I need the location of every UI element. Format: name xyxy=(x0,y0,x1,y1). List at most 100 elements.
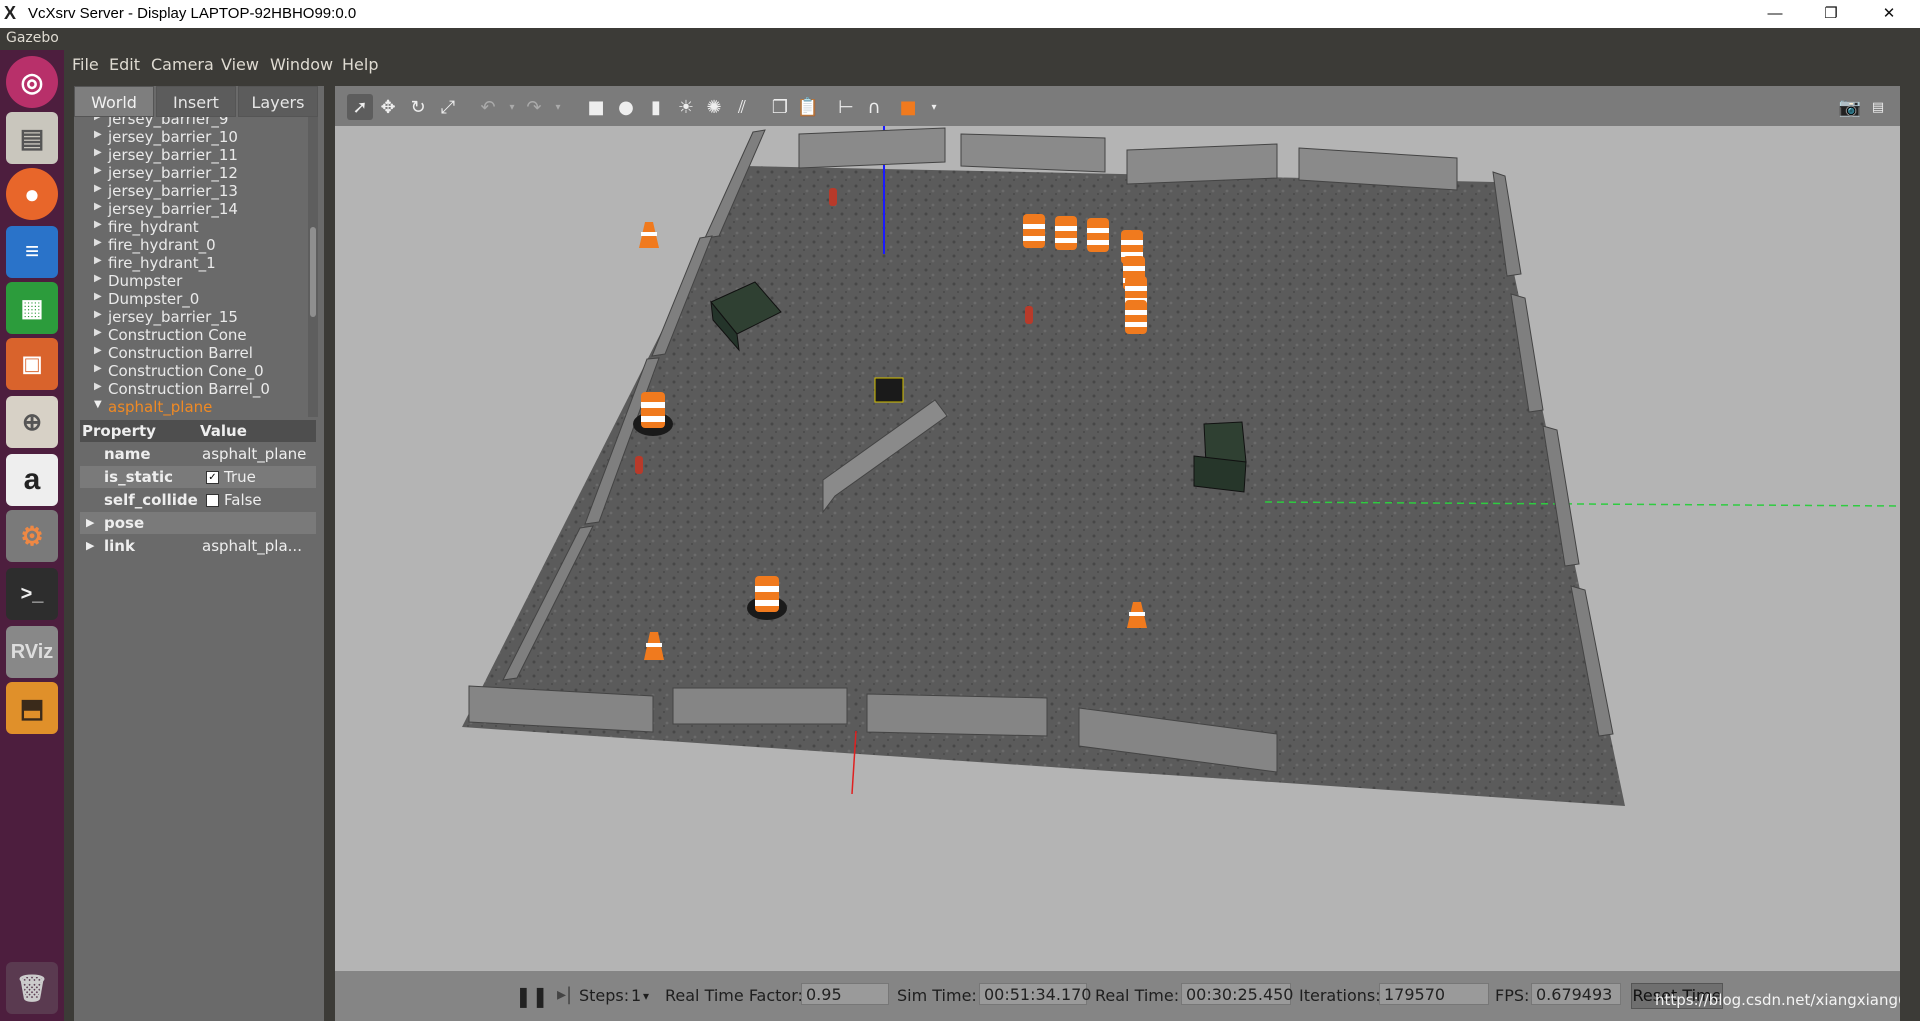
tree-item[interactable]: ▶ Dumpster xyxy=(94,272,182,290)
rviz-icon[interactable]: RViz xyxy=(6,626,58,678)
pause-icon[interactable]: ❚❚ xyxy=(515,984,549,1008)
rotate-mode-icon[interactable]: ↻ xyxy=(405,94,431,120)
tree-item[interactable]: ▶ fire_hydrant xyxy=(94,218,199,236)
fps-label: FPS: xyxy=(1495,986,1530,1005)
tab-insert[interactable]: Insert xyxy=(156,86,236,117)
tree-item[interactable]: ▶ Construction Barrel xyxy=(94,344,253,362)
expand-arrow-icon[interactable]: ▶ xyxy=(86,539,94,552)
scale-mode-icon[interactable]: ⤢ xyxy=(435,94,461,120)
steps-dropdown-icon[interactable]: ▾ xyxy=(643,989,649,1003)
is-static-checkbox[interactable]: ✓ xyxy=(206,471,219,484)
real-time-field: 00:30:25.450 xyxy=(1181,983,1293,1005)
tree-item[interactable]: ▶ Construction Cone_0 xyxy=(94,362,264,380)
self-collide-checkbox[interactable] xyxy=(206,494,219,507)
tree-item[interactable]: ▶ fire_hydrant_0 xyxy=(94,236,216,254)
tree-item[interactable]: ▶ Dumpster_0 xyxy=(94,290,199,308)
spot-light-icon[interactable]: ✺ xyxy=(701,94,727,120)
redo-icon[interactable]: ↷ xyxy=(521,94,547,120)
ubuntu-icon[interactable]: ◎ xyxy=(6,56,58,108)
calc-icon[interactable]: ▦ xyxy=(6,282,58,334)
change-view-icon[interactable]: ■ xyxy=(895,94,921,120)
tree-item[interactable]: ▶ jersey_barrier_13 xyxy=(94,182,238,200)
property-header: Property Value xyxy=(80,420,316,442)
menu-view[interactable]: View xyxy=(221,55,259,74)
robot[interactable] xyxy=(874,377,904,403)
rtf-field: 0.95 xyxy=(801,983,889,1005)
change-view-dropdown-icon[interactable]: ▾ xyxy=(921,94,947,120)
screenshot-icon[interactable]: 📷 xyxy=(1837,94,1863,120)
cylinder-shape-icon[interactable]: ▮ xyxy=(643,94,669,120)
menu-window[interactable]: Window xyxy=(270,55,333,74)
amazon-icon[interactable]: a xyxy=(6,454,58,506)
rtf-label: Real Time Factor: xyxy=(665,986,803,1005)
steps-value[interactable]: 1 xyxy=(631,986,641,1005)
window-title-bar: X VcXsrv Server - Display LAPTOP-92HBHO9… xyxy=(0,0,1920,28)
directional-light-icon[interactable]: ⫽ xyxy=(729,94,755,120)
iterations-label: Iterations: xyxy=(1299,986,1381,1005)
property-row-is-static: is_static ✓ True xyxy=(80,466,316,488)
files-icon[interactable]: ▤ xyxy=(6,112,58,164)
menu-file[interactable]: File xyxy=(72,55,99,74)
software-center-icon[interactable]: ⊕ xyxy=(6,396,58,448)
snap-icon[interactable]: ∩ xyxy=(861,94,887,120)
sim-time-label: Sim Time: xyxy=(897,986,977,1005)
iterations-field: 179570 xyxy=(1379,983,1489,1005)
log-icon[interactable]: ▤ xyxy=(1865,94,1891,120)
tree-item[interactable]: ▶ jersey_barrier_10 xyxy=(94,128,238,146)
tree-item[interactable]: ▶ jersey_barrier_12 xyxy=(94,164,238,182)
sphere-shape-icon[interactable]: ● xyxy=(613,94,639,120)
real-time-label: Real Time: xyxy=(1095,986,1180,1005)
copy-icon[interactable]: ❐ xyxy=(767,94,793,120)
window-title: VcXsrv Server - Display LAPTOP-92HBHO99:… xyxy=(28,5,357,22)
step-icon[interactable]: ▸| xyxy=(557,984,572,1005)
launcher: ◎ ▤ ● ≡ ▦ ▣ ⊕ a ⚙ >_ RViz ⬒ 🗑 xyxy=(0,50,64,1021)
system-settings-icon[interactable]: ⚙ xyxy=(6,510,58,562)
redo-dropdown-icon[interactable]: ▾ xyxy=(545,94,571,120)
writer-icon[interactable]: ≡ xyxy=(6,226,58,278)
gazebo-icon[interactable]: ⬒ xyxy=(6,682,58,734)
property-row-link[interactable]: ▶ link asphalt_pla... xyxy=(80,535,316,557)
scene-viewport[interactable] xyxy=(335,126,1900,971)
property-row-name: name asphalt_plane xyxy=(104,445,307,463)
point-light-icon[interactable]: ☀ xyxy=(673,94,699,120)
expand-arrow-icon[interactable]: ▶ xyxy=(86,516,94,529)
box-shape-icon[interactable]: ■ xyxy=(583,94,609,120)
paste-icon[interactable]: 📋 xyxy=(795,94,821,120)
minimize-button[interactable]: — xyxy=(1752,0,1798,28)
restore-button[interactable]: ❐ xyxy=(1808,0,1854,28)
app-name: Gazebo xyxy=(6,30,59,46)
tree-scroll-thumb[interactable] xyxy=(310,227,316,317)
translate-mode-icon[interactable]: ✥ xyxy=(375,94,401,120)
property-row-pose[interactable]: ▶ pose xyxy=(80,512,316,534)
property-row-self-collide: self_collide False xyxy=(104,491,262,509)
tree-scrollbar[interactable] xyxy=(308,117,318,417)
tree-item[interactable]: ▶ Construction Cone xyxy=(94,326,247,344)
terminal-icon[interactable]: >_ xyxy=(6,568,58,620)
tree-item[interactable]: ▶ Construction Barrel_0 xyxy=(94,380,270,398)
trash-icon[interactable]: 🗑 xyxy=(6,962,58,1014)
fps-field: 0.679493 xyxy=(1531,983,1621,1005)
tree-item[interactable]: ▶ jersey_barrier_15 xyxy=(94,308,238,326)
tree-item[interactable]: ▶ jersey_barrier_11 xyxy=(94,146,238,164)
tree-item[interactable]: ▶ fire_hydrant_1 xyxy=(94,254,216,272)
menu-edit[interactable]: Edit xyxy=(109,55,140,74)
tab-world[interactable]: World xyxy=(74,86,154,117)
select-mode-icon[interactable]: ➚ xyxy=(347,94,373,120)
right-edge xyxy=(1900,86,1920,1021)
menu-camera[interactable]: Camera xyxy=(151,55,214,74)
align-icon[interactable]: ⊢ xyxy=(833,94,859,120)
status-bar: ❚❚ ▸| Steps: 1 ▾ Real Time Factor: 0.95 … xyxy=(335,971,1920,1021)
app-header: Gazebo xyxy=(0,28,1920,50)
tree-item[interactable]: ▶jersey_barrier_9 xyxy=(94,117,228,128)
firefox-icon[interactable]: ● xyxy=(6,168,58,220)
impress-icon[interactable]: ▣ xyxy=(6,338,58,390)
tab-layers[interactable]: Layers xyxy=(238,86,318,117)
scene-render[interactable] xyxy=(335,126,1900,971)
left-panel: World Insert Layers ▶jersey_barrier_9 ▶j… xyxy=(74,86,324,1021)
tree-item[interactable]: ▶ jersey_barrier_14 xyxy=(94,200,238,218)
undo-icon[interactable]: ↶ xyxy=(475,94,501,120)
close-button[interactable]: ✕ xyxy=(1866,0,1912,28)
menu-help[interactable]: Help xyxy=(342,55,378,74)
tree-item-selected[interactable]: ▼ asphalt_plane xyxy=(94,398,212,416)
scene-toolbar: ➚ ✥ ↻ ⤢ ↶ ▾ ↷ ▾ ■ ● ▮ ☀ ✺ ⫽ ❐ 📋 ⊢ ∩ ■ ▾ … xyxy=(335,86,1900,126)
